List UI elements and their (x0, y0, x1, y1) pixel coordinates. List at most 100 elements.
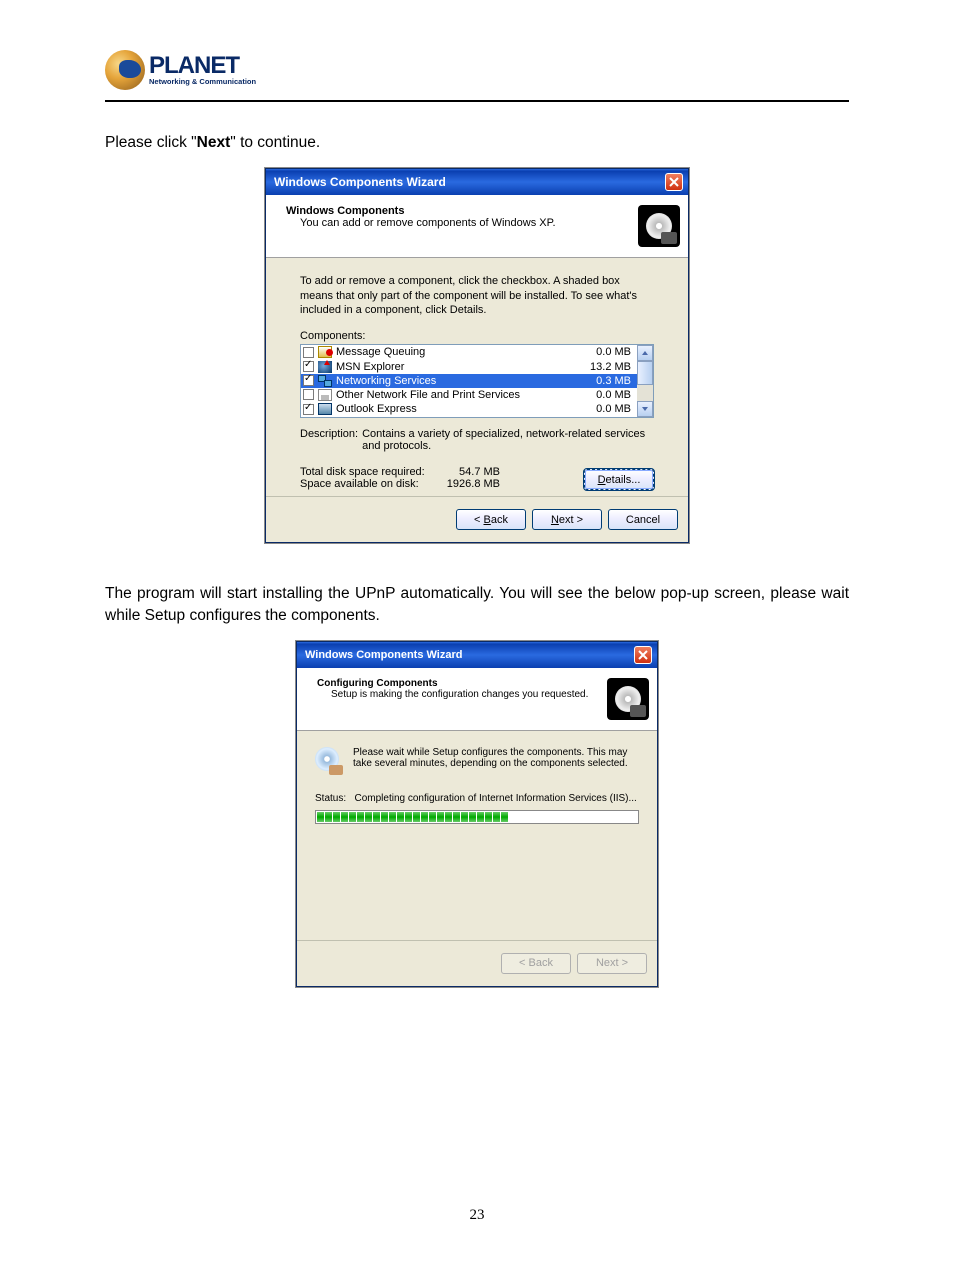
component-row[interactable]: Other Network File and Print Services 0.0… (301, 388, 637, 402)
instruction-text: To add or remove a component, click the … (300, 274, 654, 319)
component-row[interactable]: Outlook Express 0.0 MB (301, 402, 637, 416)
component-size: 0.0 MB (596, 389, 631, 401)
progress-segment (373, 812, 380, 822)
component-size: 0.0 MB (596, 403, 631, 415)
cd-icon (315, 747, 343, 775)
checkbox[interactable] (303, 347, 314, 358)
status-row: Status: Completing configuration of Inte… (315, 793, 639, 804)
progress-segment (445, 812, 452, 822)
component-size: 0.3 MB (596, 375, 631, 387)
prt-icon (318, 389, 332, 401)
header-subtitle: You can add or remove components of Wind… (286, 217, 638, 229)
component-size: 13.2 MB (590, 361, 631, 373)
globe-icon (105, 50, 145, 90)
oe-icon (318, 403, 332, 415)
component-row[interactable]: Networking Services 0.3 MB (301, 374, 637, 388)
progress-segment (501, 812, 508, 822)
cd-box-icon (607, 678, 649, 720)
progress-segment (469, 812, 476, 822)
scroll-down-button[interactable] (637, 401, 653, 417)
configuring-dialog: Windows Components Wizard Configuring Co… (296, 641, 658, 987)
progress-segment (405, 812, 412, 822)
dialog-title: Windows Components Wizard (305, 649, 462, 661)
back-button[interactable]: < Back (456, 509, 526, 530)
available-space-row: Space available on disk: 1926.8 MB (300, 478, 584, 490)
progress-segment (349, 812, 356, 822)
progress-segment (485, 812, 492, 822)
progress-segment (325, 812, 332, 822)
msn-icon (318, 361, 332, 373)
dialog-button-row: < Back Next > Cancel (266, 496, 688, 542)
dialog-button-row: < Back Next > (297, 940, 657, 986)
scrollbar[interactable] (637, 345, 653, 417)
brand-logo: PLANET Networking & Communication (105, 50, 849, 90)
component-label: MSN Explorer (336, 361, 586, 373)
next-button: Next > (577, 953, 647, 974)
dialog-title: Windows Components Wizard (274, 175, 446, 189)
cancel-button[interactable]: Cancel (608, 509, 678, 530)
progress-segment (333, 812, 340, 822)
progress-segment (381, 812, 388, 822)
progress-segment (317, 812, 324, 822)
header-title: Windows Components (286, 205, 638, 217)
cd-box-icon (638, 205, 680, 247)
progress-segment (357, 812, 364, 822)
progress-segment (429, 812, 436, 822)
progress-segment (365, 812, 372, 822)
component-size: 0.0 MB (596, 346, 631, 358)
progress-segment (421, 812, 428, 822)
component-row[interactable]: Message Queuing 0.0 MB (301, 345, 637, 359)
header-rule (105, 100, 849, 102)
page-number: 23 (105, 1207, 849, 1224)
scroll-track[interactable] (637, 361, 653, 401)
close-button[interactable] (665, 173, 683, 191)
checkbox[interactable] (303, 375, 314, 386)
dialog-header-panel: Configuring Components Setup is making t… (297, 668, 657, 731)
next-button[interactable]: Next > (532, 509, 602, 530)
progress-segment (437, 812, 444, 822)
status-label: Status: (315, 793, 346, 804)
header-subtitle: Setup is making the configuration change… (317, 689, 607, 700)
description-label: Description: (300, 428, 358, 452)
scroll-up-button[interactable] (637, 345, 653, 361)
env-icon (318, 346, 332, 358)
close-icon (638, 650, 648, 660)
description-text: Contains a variety of specialized, netwo… (362, 428, 654, 452)
component-row[interactable]: MSN Explorer 13.2 MB (301, 359, 637, 373)
progress-segment (453, 812, 460, 822)
components-listbox[interactable]: Message Queuing 0.0 MB MSN Explorer 13.2 MB… (300, 344, 654, 418)
net-icon (318, 375, 332, 387)
checkbox[interactable] (303, 361, 314, 372)
titlebar[interactable]: Windows Components Wizard (297, 642, 657, 668)
header-title: Configuring Components (317, 678, 607, 689)
checkbox[interactable] (303, 404, 314, 415)
component-label: Networking Services (336, 375, 592, 387)
component-label: Message Queuing (336, 346, 592, 358)
close-button[interactable] (634, 646, 652, 664)
progress-segment (493, 812, 500, 822)
progress-segment (477, 812, 484, 822)
instruction-paragraph-2: The program will start installing the UP… (105, 583, 849, 626)
total-space-row: Total disk space required: 54.7 MB (300, 466, 584, 478)
wait-message: Please wait while Setup configures the c… (353, 747, 639, 769)
progress-segment (341, 812, 348, 822)
close-icon (669, 177, 679, 187)
progress-segment (461, 812, 468, 822)
scroll-thumb[interactable] (637, 361, 653, 385)
component-label: Other Network File and Print Services (336, 389, 592, 401)
dialog-header-panel: Windows Components You can add or remove… (266, 195, 688, 258)
checkbox[interactable] (303, 389, 314, 400)
components-wizard-dialog: Windows Components Wizard Windows Compon… (265, 168, 689, 544)
component-label: Outlook Express (336, 403, 592, 415)
progress-segment (397, 812, 404, 822)
progress-segment (413, 812, 420, 822)
details-button[interactable]: Details... (584, 469, 654, 490)
titlebar[interactable]: Windows Components Wizard (266, 169, 688, 195)
status-text: Completing configuration of Internet Inf… (354, 793, 636, 804)
instruction-paragraph-1: Please click "Next" to continue. (105, 132, 849, 154)
brand-tagline: Networking & Communication (149, 78, 256, 86)
progress-bar (315, 810, 639, 824)
components-label: Components: (300, 330, 654, 342)
description-row: Description: Contains a variety of speci… (300, 428, 654, 452)
progress-segment (389, 812, 396, 822)
